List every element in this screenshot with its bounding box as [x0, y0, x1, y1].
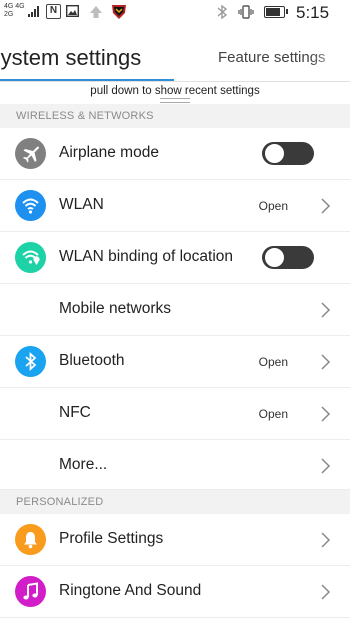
pull-handle-icon[interactable]: [160, 98, 190, 103]
section-header-personalized: PERSONALIZED: [0, 490, 350, 514]
wlan-status-value: Open: [258, 199, 288, 213]
settings-tab-bar: System settings Feature settings: [0, 26, 350, 82]
nfc-label: NFC: [59, 404, 91, 421]
chevron-right-icon: [321, 584, 331, 600]
wlan-binding-toggle[interactable]: [262, 246, 314, 269]
setting-row-more[interactable]: More...: [0, 440, 350, 490]
battery-icon: [264, 6, 288, 18]
wlan-label: WLAN: [59, 196, 104, 213]
section-header-wireless: WIRELESS & NETWORKS: [0, 104, 350, 128]
bluetooth-status-icon: [217, 4, 228, 20]
chevron-right-icon: [321, 198, 331, 214]
chevron-right-icon: [321, 302, 331, 318]
chevron-right-icon: [321, 406, 331, 422]
mobile-networks-label: Mobile networks: [59, 300, 171, 317]
network-type-indicator: 4G 4G 2G: [4, 3, 25, 19]
airplane-icon: [15, 138, 46, 169]
battery-level-fill: [266, 8, 280, 16]
setting-row-ringtone-and-sound[interactable]: Ringtone And Sound: [0, 566, 350, 618]
notification-count-icon: N: [46, 4, 61, 19]
setting-row-mobile-networks[interactable]: Mobile networks: [0, 284, 350, 336]
wifi-icon: [15, 190, 46, 221]
chevron-right-icon: [321, 354, 331, 370]
airplane-mode-label: Airplane mode: [59, 144, 159, 161]
signal-strength-icon: [28, 6, 39, 17]
status-bar: 4G 4G 2G N 5:15 AM: [0, 0, 350, 41]
bluetooth-status-value: Open: [258, 355, 288, 369]
clock-time: 5:15: [296, 3, 330, 22]
setting-row-bluetooth[interactable]: Bluetooth Open: [0, 336, 350, 388]
profile-settings-label: Profile Settings: [59, 530, 164, 547]
shield-app-icon: [112, 5, 126, 19]
setting-row-profile-settings[interactable]: Profile Settings: [0, 514, 350, 566]
airplane-mode-toggle[interactable]: [262, 142, 314, 165]
chevron-right-icon: [321, 458, 331, 474]
tab-system-settings[interactable]: System settings: [0, 45, 141, 71]
tab-fade-overlay: [310, 26, 350, 81]
upload-arrow-icon: [90, 6, 102, 18]
toggle-knob: [264, 143, 285, 164]
wlan-binding-label: WLAN binding of location: [59, 248, 234, 265]
wifi-location-icon: [15, 242, 46, 273]
chevron-right-icon: [321, 532, 331, 548]
bluetooth-label: Bluetooth: [59, 352, 125, 369]
vibrate-icon: [238, 5, 254, 19]
more-label: More...: [59, 456, 108, 473]
toggle-knob: [264, 247, 285, 268]
setting-row-wlan-binding-of-location[interactable]: WLAN binding of location: [0, 232, 350, 284]
ringtone-and-sound-label: Ringtone And Sound: [59, 582, 202, 599]
image-notification-icon: [66, 5, 79, 17]
nfc-status-value: Open: [258, 407, 288, 421]
network-type-line2: 2G: [4, 11, 14, 18]
network-type-line1: 4G 4G: [4, 3, 25, 10]
setting-row-airplane-mode[interactable]: Airplane mode: [0, 128, 350, 180]
bell-icon: [15, 524, 46, 555]
setting-row-nfc[interactable]: NFC Open: [0, 388, 350, 440]
bluetooth-icon: [15, 346, 46, 377]
music-note-icon: [15, 576, 46, 607]
setting-row-wlan[interactable]: WLAN Open: [0, 180, 350, 232]
